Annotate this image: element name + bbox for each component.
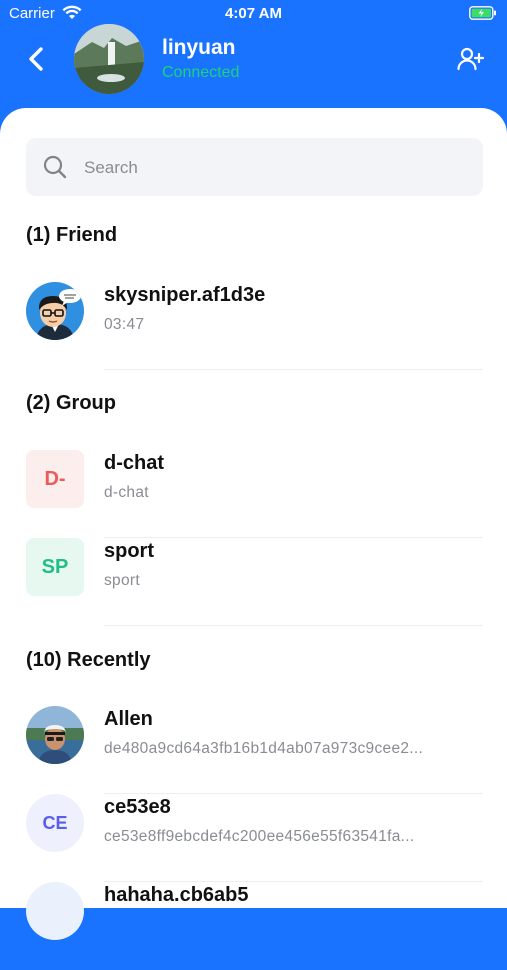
battery-icon (469, 6, 497, 24)
status-bar: Carrier 4:07 AM (0, 0, 507, 28)
search-input[interactable] (82, 138, 466, 198)
user-avatar[interactable] (74, 24, 144, 94)
friend-time: 03:47 (104, 316, 145, 333)
recent-badge: CE (26, 794, 84, 852)
recent-avatar (26, 706, 84, 764)
search-bar[interactable] (26, 138, 483, 198)
search-icon (42, 154, 68, 180)
recent-row[interactable]: CE ce53e8 ce53e8ff9ebcdef4c200ee456e55f6… (26, 794, 483, 882)
row-divider (104, 625, 483, 626)
friend-name: skysniper.af1d3e (104, 284, 266, 306)
recent-name: Allen (104, 708, 153, 730)
clock: 4:07 AM (225, 5, 282, 22)
recent-row[interactable]: hahaha.cb6ab5 (26, 882, 483, 970)
group-row[interactable]: SP sport sport (26, 538, 483, 626)
group-badge: D- (26, 450, 84, 508)
recent-row[interactable]: Allen de480a9cd64a3fb16b1d4ab07a973c9cee… (26, 706, 483, 794)
group-badge: SP (26, 538, 84, 596)
recent-subtitle: de480a9cd64a3fb16b1d4ab07a973c9cee2... (104, 740, 424, 757)
section-title-recently: (10) Recently (26, 649, 151, 671)
row-divider (104, 369, 483, 370)
username: linyuan (162, 36, 236, 59)
back-icon[interactable] (22, 44, 52, 74)
recent-name: hahaha.cb6ab5 (104, 884, 249, 906)
group-row[interactable]: D- d-chat d-chat (26, 450, 483, 538)
recent-subtitle: ce53e8ff9ebcdef4c200ee456e55f63541fa... (104, 828, 415, 845)
section-title-friend: (1) Friend (26, 224, 118, 246)
recent-avatar (26, 882, 84, 940)
group-name: sport (104, 540, 154, 562)
group-subtitle: sport (104, 572, 140, 589)
friend-row[interactable]: skysniper.af1d3e 03:47 (26, 282, 483, 370)
connection-status: Connected (162, 64, 240, 81)
add-user-icon[interactable] (457, 46, 485, 72)
section-title-group: (2) Group (26, 392, 116, 414)
group-name: d-chat (104, 452, 164, 474)
friend-avatar (26, 282, 84, 340)
contacts-sheet: (1) Friend skysniper.af1d3e 03:47 (2) Gr… (0, 108, 507, 940)
group-subtitle: d-chat (104, 484, 149, 501)
recent-name: ce53e8 (104, 796, 171, 818)
chat-header: linyuan Connected (0, 24, 507, 110)
